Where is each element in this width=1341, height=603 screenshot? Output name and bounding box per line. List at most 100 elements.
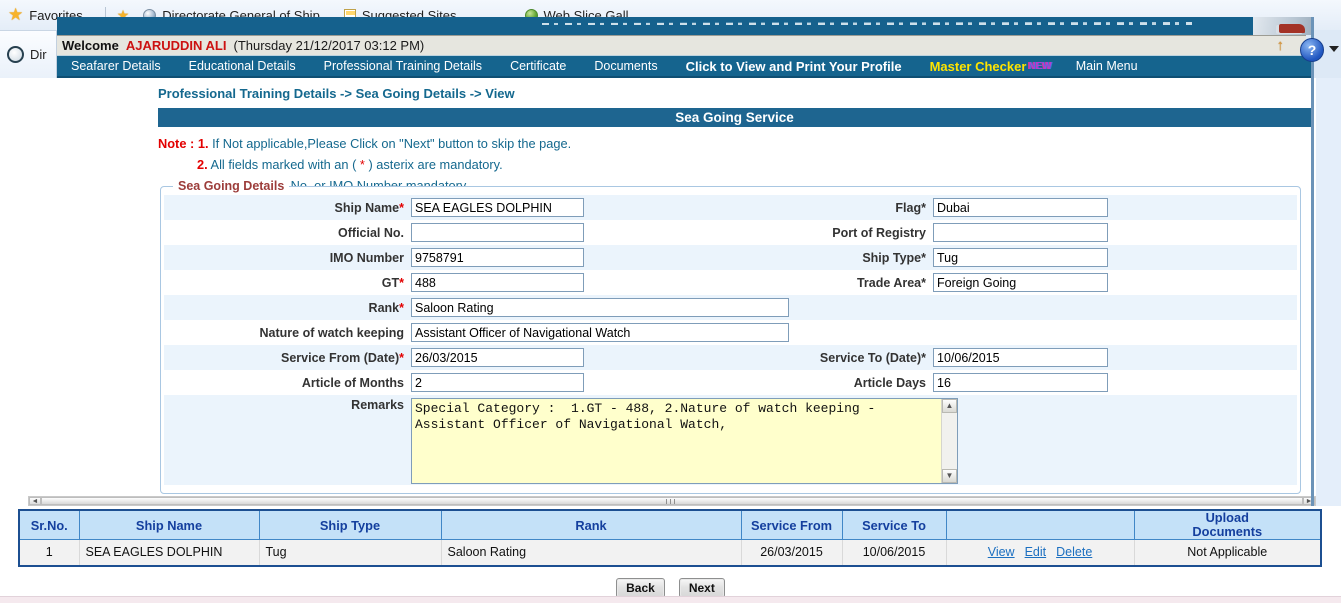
scrollbar-grip [666,499,678,504]
article-days-label: Article Days [748,376,933,390]
article-months-label: Article of Months [164,376,411,390]
tab-label: Dir [30,47,47,62]
col-upload-documents: Upload Documents [1134,510,1321,540]
gt-label: GT* [164,276,411,290]
note-text: ) asterix are mandatory. [365,157,503,172]
horizontal-scrollbar[interactable]: ◄ ► [28,496,1316,506]
imo-number-field[interactable] [411,248,584,267]
scroll-up-icon[interactable]: ▲ [942,399,957,413]
ship-name-field[interactable] [411,198,584,217]
note-number: 1. [198,136,209,151]
form-row: Official No. Port of Registry [164,220,1297,245]
col-rank: Rank [441,510,741,540]
col-actions [946,510,1134,540]
login-datetime: (Thursday 21/12/2017 03:12 PM) [233,38,424,53]
service-from-field[interactable] [411,348,584,367]
port-of-registry-label: Port of Registry [748,226,933,240]
remarks-scrollbar[interactable]: ▲ ▼ [941,399,957,483]
back-button[interactable]: Back [616,578,665,598]
new-badge: NEW [1028,61,1051,72]
clipped-header-text [542,20,1192,25]
page-content: Professional Training Details -> Sea Goi… [0,78,1341,597]
form-row: Article of Months Article Days [164,370,1297,395]
watch-keeping-field[interactable] [411,323,789,342]
service-to-field[interactable] [933,348,1108,367]
note-line-1: Note : 1. If Not applicable,Please Click… [158,133,571,154]
help-glyph: ? [1308,42,1317,58]
trade-area-field[interactable] [933,273,1108,292]
note-text: If Not applicable,Please Click on "Next"… [212,136,571,151]
col-sr-no: Sr.No. [19,510,79,540]
note-number: 2. [197,157,208,172]
form-row: Ship Name* Flag* [164,195,1297,220]
flag-label: Flag* [748,201,933,215]
table-header-row: Sr.No. Ship Name Ship Type Rank Service … [19,510,1321,540]
help-icon[interactable]: ? [1300,38,1324,62]
rank-label: Rank* [164,301,411,315]
cell-ship-type: Tug [259,540,441,566]
sea-going-details-fieldset: Sea Going Details Ship Name* Flag* Offic… [160,186,1301,494]
cell-ship-name: SEA EAGLES DOLPHIN [79,540,259,566]
nav-main-menu[interactable]: Main Menu [1062,59,1152,73]
header-graphic [1253,17,1311,35]
service-from-label: Service From (Date)* [164,351,411,365]
nav-professional-training-details[interactable]: Professional Training Details [310,59,496,73]
nav-documents[interactable]: Documents [580,59,671,73]
ship-type-label: Ship Type* [748,251,933,265]
remarks-label: Remarks [164,398,411,412]
scroll-down-icon[interactable]: ▼ [942,469,957,483]
col-ship-type: Ship Type [259,510,441,540]
ship-name-label: Ship Name* [164,201,411,215]
next-button[interactable]: Next [679,578,725,598]
remarks-text: Special Category : 1.GT - 488, 2.Nature … [412,399,941,483]
imo-number-label: IMO Number [164,251,411,265]
col-service-from: Service From [741,510,842,540]
rank-field[interactable] [411,298,789,317]
nav-certificate[interactable]: Certificate [496,59,580,73]
remarks-textarea[interactable]: Special Category : 1.GT - 488, 2.Nature … [411,398,958,484]
flag-field[interactable] [933,198,1108,217]
scroll-left-icon[interactable]: ◄ [29,497,41,505]
delete-link[interactable]: Delete [1056,545,1092,559]
favorites-star-icon[interactable]: ★ [8,5,23,25]
tab-favicon-icon [7,46,24,63]
right-gutter [1316,78,1341,506]
welcome-label: Welcome [62,38,119,53]
nav-educational-details[interactable]: Educational Details [175,59,310,73]
form-row: Nature of watch keeping [164,320,1297,345]
nav-seafarer-details[interactable]: Seafarer Details [57,59,175,73]
form-row-remarks: Remarks Special Category : 1.GT - 488, 2… [164,395,1297,485]
ship-type-field[interactable] [933,248,1108,267]
app-header-bar [57,17,1311,35]
browser-tab[interactable]: Dir [0,30,57,78]
sea-service-table: Sr.No. Ship Name Ship Type Rank Service … [18,509,1322,567]
note-text: All fields marked with an ( [211,157,360,172]
scrollbar-thumb[interactable] [41,497,1303,505]
nav-view-print-profile[interactable]: Click to View and Print Your Profile [672,59,916,74]
form-row: GT* Trade Area* [164,270,1297,295]
gt-field[interactable] [411,273,584,292]
up-arrow-icon[interactable]: ↑ [1277,37,1285,54]
cell-service-to: 10/06/2015 [842,540,946,566]
user-name: AJARUDDIN ALI [126,38,227,53]
nav-master-checker[interactable]: Master Checker [916,59,1029,74]
welcome-bar: Welcome AJARUDDIN ALI (Thursday 21/12/20… [57,35,1306,55]
trade-area-label: Trade Area* [748,276,933,290]
note-line-2: 2. All fields marked with an ( * ) aster… [197,154,571,175]
col-service-to: Service To [842,510,946,540]
table-row: 1 SEA EAGLES DOLPHIN Tug Saloon Rating 2… [19,540,1321,566]
app-window-right-border [1311,17,1314,506]
service-to-label: Service To (Date)* [748,351,933,365]
official-no-field[interactable] [411,223,584,242]
article-days-field[interactable] [933,373,1108,392]
view-link[interactable]: View [988,545,1015,559]
dropdown-caret-icon[interactable] [1329,46,1339,52]
port-of-registry-field[interactable] [933,223,1108,242]
edit-link[interactable]: Edit [1025,545,1047,559]
form-row: Service From (Date)* Service To (Date)* [164,345,1297,370]
bottom-strip [0,596,1341,603]
article-months-field[interactable] [411,373,584,392]
watch-keeping-label: Nature of watch keeping [164,326,411,340]
cell-sr-no: 1 [19,540,79,566]
page-title: Sea Going Service [158,108,1311,127]
